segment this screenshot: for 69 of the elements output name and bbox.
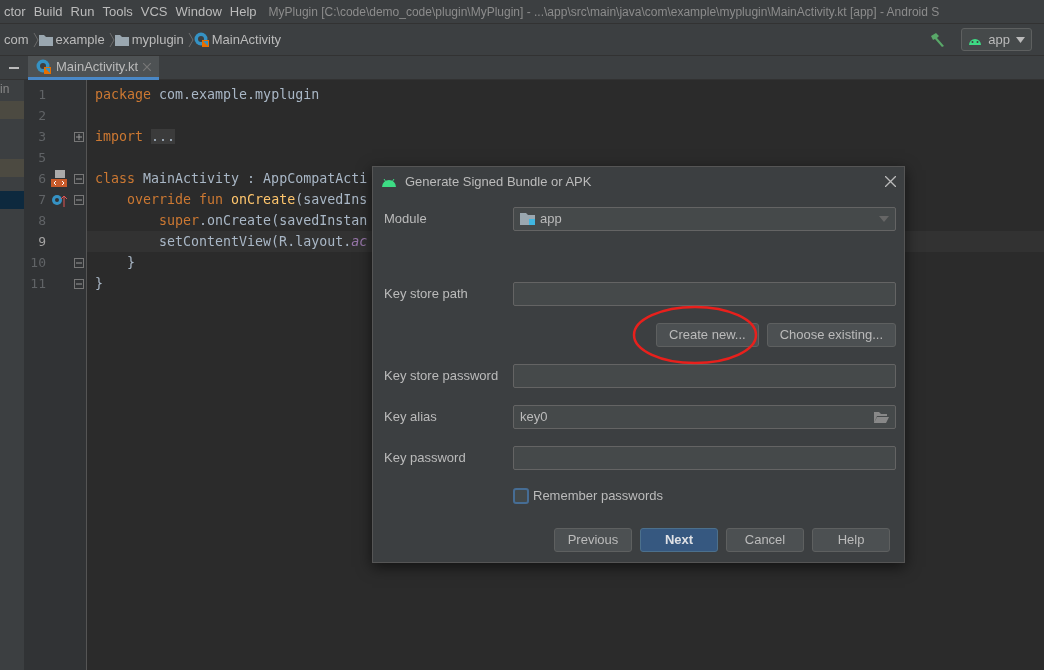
folder-icon [874, 410, 889, 423]
menu-item[interactable]: ctor [0, 4, 30, 19]
input-field[interactable] [513, 363, 896, 388]
class-icon [193, 32, 209, 47]
code-line: setContentView(R.layout.ac [158, 233, 368, 251]
field-label: Module [384, 209, 428, 228]
override-icon [51, 192, 67, 207]
caret-icon [879, 215, 889, 222]
close-icon[interactable] [885, 176, 896, 187]
menu-item[interactable]: Window [171, 4, 226, 19]
dialog-button[interactable]: Choose existing... [766, 322, 896, 347]
close-icon [143, 62, 152, 71]
caret-icon [1016, 36, 1025, 43]
chevron-icon [108, 31, 115, 48]
minimize-icon [9, 66, 19, 69]
input-field[interactable] [513, 281, 896, 306]
field-label: Key store password [384, 366, 500, 385]
collapse-fold-icon[interactable] [74, 173, 84, 184]
dialog-button[interactable]: Cancel [726, 528, 804, 552]
tree-row-highlight [0, 191, 24, 209]
menu-item[interactable]: Build [29, 4, 67, 19]
checkbox-label[interactable]: Remember passwords [533, 486, 664, 506]
menu-item[interactable]: Run [66, 4, 99, 19]
collapse-fold-icon[interactable] [74, 194, 84, 205]
line-number: 9 [37, 232, 46, 251]
dialog-button[interactable]: Previous [554, 528, 632, 552]
tree-row-highlight [0, 159, 24, 177]
code-line: override fun onCreate(savedIns [126, 191, 368, 209]
input-field[interactable] [513, 445, 896, 470]
folder-icon [38, 33, 53, 46]
checkbox[interactable] [513, 488, 529, 504]
menu-item[interactable]: Help [225, 4, 261, 19]
field-label: Key store path [384, 284, 469, 303]
side-panel-label: in [0, 81, 11, 98]
dialog-button[interactable]: Next [640, 528, 718, 552]
input-field[interactable]: key0 [513, 404, 896, 429]
expand-fold-icon[interactable] [74, 131, 84, 142]
chevron-icon [187, 31, 194, 48]
folder-icon [114, 33, 129, 46]
field-label: Key password [384, 448, 467, 467]
dialog-button[interactable]: Create new... [656, 322, 759, 347]
module-folder-icon [520, 211, 536, 226]
code-line: package com.example.myplugin [95, 86, 320, 104]
dialog-title: Generate Signed Bundle or APK [405, 172, 592, 191]
breadcrumb-item[interactable]: example [55, 29, 105, 50]
breadcrumb-item[interactable]: myplugin [131, 29, 184, 50]
hammer-icon [929, 31, 946, 48]
menu-item[interactable]: VCS [136, 4, 172, 19]
chevron-icon [32, 31, 39, 48]
menu-item[interactable]: Tools [98, 4, 137, 19]
breadcrumb-item[interactable]: MainActivity [211, 29, 282, 50]
breadcrumb-item[interactable]: com [4, 29, 29, 50]
code-line: class MainActivity : AppCompatActi [95, 170, 368, 188]
dialog-button[interactable]: Help [812, 528, 890, 552]
code-line: import ... [95, 128, 176, 146]
tree-row-highlight [0, 101, 24, 119]
collapse-fold-icon[interactable] [74, 278, 84, 289]
class-icon [36, 59, 51, 74]
editor-tab[interactable]: MainActivity.kt [28, 56, 160, 80]
code-line: } [95, 275, 103, 293]
module-dropdown[interactable]: app [513, 206, 896, 231]
code-line: super.onCreate(savedInstan [158, 212, 368, 230]
window-title: MyPlugin [C:\code\demo_code\plugin\MyPlugin] - ...\app\src\main\java\com\example\myplugin\MainActivity.kt [app] - Android S [267, 5, 941, 19]
field-label: Key alias [384, 407, 438, 426]
layout-file-icon [51, 169, 67, 188]
collapse-fold-icon[interactable] [74, 257, 84, 268]
code-line: } [126, 254, 136, 272]
run-config-dropdown[interactable]: app [961, 27, 1032, 52]
android-icon [381, 176, 397, 187]
